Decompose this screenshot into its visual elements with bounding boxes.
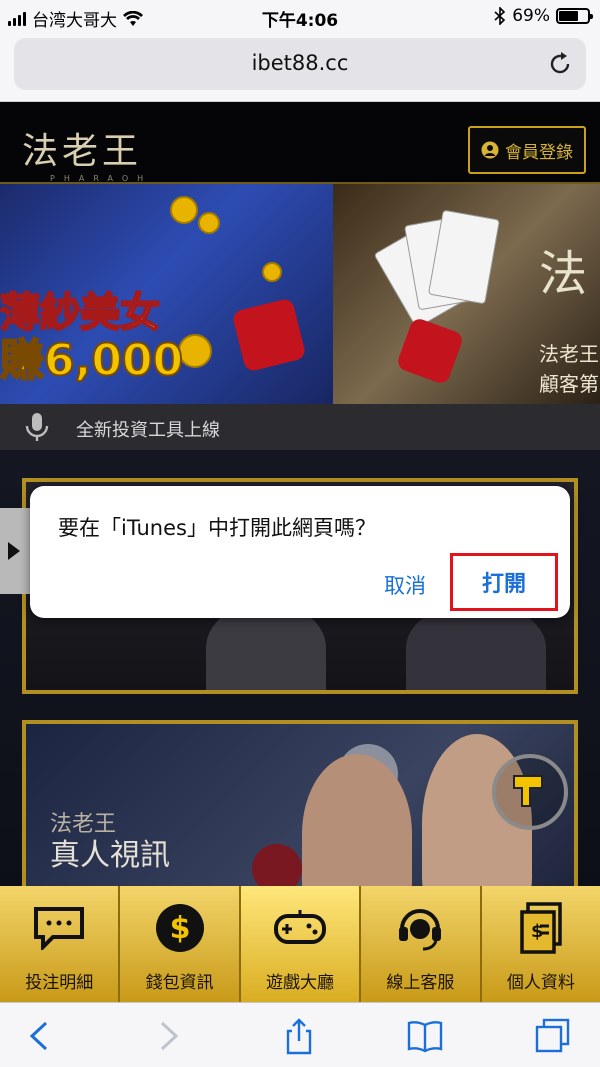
banner-right-line2: 顧客第	[539, 372, 599, 396]
gamepad-icon	[272, 902, 328, 954]
site-header: 法老王 PHARAOH 會員登錄	[0, 102, 600, 184]
chat-bubble-icon	[31, 902, 87, 954]
nav-label: 遊戲大廳	[266, 973, 335, 993]
browser-address-area: ibet88.cc	[0, 34, 600, 102]
member-login-label: 會員登錄	[505, 142, 573, 163]
battery-icon	[556, 8, 593, 24]
promo-banner[interactable]: 薄紗美女 賺6,000 法 法老王 顧客第	[0, 184, 600, 404]
tabs-icon[interactable]	[534, 1017, 572, 1055]
headset-icon	[392, 902, 448, 954]
coin-graphic	[198, 212, 220, 234]
user-icon	[481, 141, 499, 159]
arrow-right-icon	[8, 542, 20, 560]
logo-text: 法老王	[22, 131, 143, 172]
url-text: ibet88.cc	[251, 51, 349, 75]
nav-customer-service[interactable]: 線上客服	[361, 886, 482, 1002]
status-bar: 台湾大哥大 下午4:06 69%	[0, 0, 600, 34]
dollar-coin-icon: $	[152, 902, 208, 954]
reload-icon[interactable]	[546, 50, 574, 78]
banner-right-logo: 法	[539, 246, 588, 302]
open-button[interactable]: 打開	[450, 553, 558, 611]
forward-icon[interactable]	[148, 1017, 186, 1055]
announcement-bar[interactable]: 全新投資工具上線	[0, 404, 600, 450]
back-icon[interactable]	[22, 1017, 60, 1055]
address-bar[interactable]: ibet88.cc	[14, 38, 586, 90]
member-login-button[interactable]: 會員登錄	[468, 126, 586, 174]
banner-right-line1: 法老王	[539, 342, 599, 366]
hand-pointer-icon	[513, 775, 543, 807]
dialog-message: 要在「iTunes」中打開此網頁嗎？	[58, 516, 376, 540]
pointer-badge	[492, 754, 568, 830]
nav-label: 個人資料	[506, 973, 575, 993]
site-logo[interactable]: 法老王 PHARAOH	[22, 122, 152, 183]
nav-personal-info[interactable]: $ 個人資料	[482, 886, 600, 1002]
nav-label: 線上客服	[386, 973, 455, 993]
nav-label: 投注明細	[25, 973, 94, 993]
banner-slide-right: 法 法老王 顧客第	[333, 184, 600, 404]
bookmarks-icon[interactable]	[406, 1017, 444, 1055]
status-right-group: 69%	[494, 6, 593, 26]
document-dollar-icon: $	[513, 902, 569, 954]
dice-graphic	[395, 316, 465, 386]
nav-wallet-info[interactable]: $ 錢包資訊	[120, 886, 241, 1002]
nav-game-lobby[interactable]: 遊戲大廳	[240, 886, 362, 1002]
battery-percent: 69%	[512, 6, 550, 26]
coin-graphic	[170, 196, 198, 224]
announcement-text: 全新投資工具上線	[76, 420, 220, 441]
browser-toolbar	[0, 1002, 600, 1067]
open-button-label: 打開	[481, 572, 526, 597]
nav-label: 錢包資訊	[145, 973, 214, 993]
side-drawer-toggle[interactable]	[0, 508, 30, 594]
bluetooth-icon	[494, 7, 506, 25]
banner-amount: 賺6,000	[0, 334, 184, 387]
live-casino-title: 真人視訊	[50, 838, 170, 873]
cancel-button[interactable]: 取消	[384, 570, 426, 600]
coin-graphic	[262, 262, 282, 282]
banner-slide-left: 薄紗美女 賺6,000	[0, 184, 333, 404]
share-icon[interactable]	[280, 1017, 318, 1055]
bottom-nav: 投注明細 $ 錢包資訊 遊戲大廳 線上客服 $ 個人資料	[0, 886, 600, 1002]
dice-graphic	[231, 297, 307, 373]
microphone-icon	[25, 413, 49, 441]
nav-betting-details[interactable]: 投注明細	[0, 886, 121, 1002]
open-in-itunes-dialog: 要在「iTunes」中打開此網頁嗎？ 取消 打開	[30, 486, 570, 618]
svg-text:$: $	[169, 911, 190, 946]
logo-subtext: PHARAOH	[50, 174, 153, 183]
